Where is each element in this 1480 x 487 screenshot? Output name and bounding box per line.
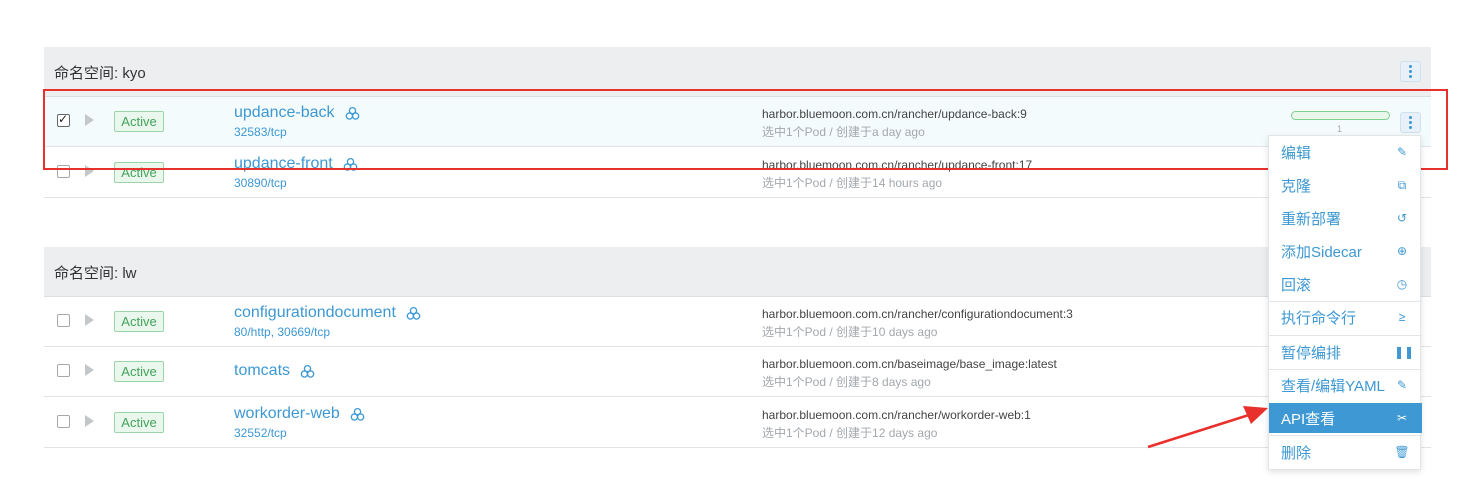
clone-icon: ⧉ xyxy=(1397,177,1407,192)
workload-ports-link[interactable]: 30890/tcp xyxy=(234,176,358,190)
image-name: harbor.bluemoon.com.cn/baseimage/base_im… xyxy=(762,357,1057,371)
annotation-highlight-box xyxy=(43,89,1448,170)
workload-name-link[interactable]: tomcats xyxy=(234,362,290,380)
add-circle-icon: ⊕ xyxy=(1396,244,1408,258)
menu-item-edit[interactable]: 编辑 ✎ xyxy=(1269,137,1422,167)
workload-name-link[interactable]: configurationdocument xyxy=(234,304,396,322)
menu-item-view-edit-yaml[interactable]: 查看/编辑YAML ✎ xyxy=(1269,370,1422,400)
menu-divider xyxy=(1269,435,1422,436)
row-actions-menu: 编辑 ✎ 克隆 ⧉ 重新部署 ↺ 添加Sidecar ⊕ 回滚 ◷ 执行命令行 … xyxy=(1268,135,1422,470)
row-checkbox[interactable] xyxy=(57,415,70,428)
menu-item-label: 添加Sidecar xyxy=(1281,243,1362,261)
menu-item-label: API查看 xyxy=(1281,410,1336,428)
menu-item-clone[interactable]: 克隆 ⧉ xyxy=(1269,170,1422,200)
menu-item-execute-shell[interactable]: 执行命令行 ≥ xyxy=(1269,302,1422,332)
pod-meta: 选中1个Pod / 创建于10 days ago xyxy=(762,325,938,339)
menu-item-pause-orchestration[interactable]: 暂停编排 ❚❚ xyxy=(1269,337,1422,367)
service-discovery-icon xyxy=(350,407,365,421)
menu-item-label: 执行命令行 xyxy=(1281,309,1357,327)
menu-item-label: 编辑 xyxy=(1281,144,1312,162)
history-icon: ◷ xyxy=(1396,277,1408,291)
menu-item-delete[interactable]: 删除 🗑 xyxy=(1269,437,1422,467)
workload-ports-link[interactable]: 32552/tcp xyxy=(234,426,365,440)
namespace-header-lw: 命名空间: lw xyxy=(44,247,1431,297)
table-row[interactable]: Active configurationdocument 80/http, 30… xyxy=(44,297,1431,347)
namespace-title: 命名空间: lw xyxy=(54,265,137,282)
menu-item-redeploy[interactable]: 重新部署 ↺ xyxy=(1269,203,1422,233)
menu-item-label: 暂停编排 xyxy=(1281,344,1342,362)
image-name: harbor.bluemoon.com.cn/rancher/configura… xyxy=(762,307,1073,321)
expand-caret-icon[interactable] xyxy=(85,364,94,376)
pause-icon: ❚❚ xyxy=(1394,345,1415,359)
kebab-icon xyxy=(1409,65,1412,78)
menu-item-label: 克隆 xyxy=(1281,177,1312,195)
expand-caret-icon[interactable] xyxy=(85,314,94,326)
menu-divider xyxy=(1269,335,1422,336)
redeploy-icon: ↺ xyxy=(1396,211,1408,225)
menu-item-rollback[interactable]: 回滚 ◷ xyxy=(1269,269,1422,299)
status-badge: Active xyxy=(114,311,164,332)
menu-item-label: 查看/编辑YAML xyxy=(1281,377,1385,395)
namespace-title: 命名空间: kyo xyxy=(54,65,146,82)
row-checkbox[interactable] xyxy=(57,314,70,327)
pencil-icon: ✎ xyxy=(1396,378,1408,392)
menu-item-view-in-api[interactable]: API查看 ✂ xyxy=(1269,403,1422,433)
row-checkbox[interactable] xyxy=(57,364,70,377)
service-discovery-icon xyxy=(406,306,421,320)
menu-item-label: 重新部署 xyxy=(1281,210,1342,228)
namespace-actions-button[interactable] xyxy=(1400,61,1421,82)
api-icon: ✂ xyxy=(1396,411,1408,425)
workloads-page: 命名空间: kyo Active updance-back 32583/tcp … xyxy=(0,0,1480,487)
terminal-icon: ≥ xyxy=(1398,310,1406,324)
status-badge: Active xyxy=(114,412,164,433)
annotation-arrow-icon xyxy=(1147,406,1268,449)
pod-meta: 选中1个Pod / 创建于12 days ago xyxy=(762,426,938,440)
pod-meta: 选中1个Pod / 创建于8 days ago xyxy=(762,375,931,389)
workload-name-link[interactable]: workorder-web xyxy=(234,405,340,423)
workload-ports-link[interactable]: 80/http, 30669/tcp xyxy=(234,325,421,339)
pod-meta: 选中1个Pod / 创建于14 hours ago xyxy=(762,176,943,190)
image-name: harbor.bluemoon.com.cn/rancher/workorder… xyxy=(762,408,1031,422)
menu-item-add-sidecar[interactable]: 添加Sidecar ⊕ xyxy=(1269,236,1422,266)
menu-item-label: 删除 xyxy=(1281,444,1312,462)
trash-icon: 🗑 xyxy=(1394,445,1410,459)
pencil-icon: ✎ xyxy=(1396,145,1408,159)
table-row[interactable]: Active tomcats harbor.bluemoon.com.cn/ba… xyxy=(44,347,1431,397)
status-badge: Active xyxy=(114,361,164,382)
service-discovery-icon xyxy=(301,364,315,378)
expand-caret-icon[interactable] xyxy=(85,415,94,427)
menu-item-label: 回滚 xyxy=(1281,276,1312,294)
